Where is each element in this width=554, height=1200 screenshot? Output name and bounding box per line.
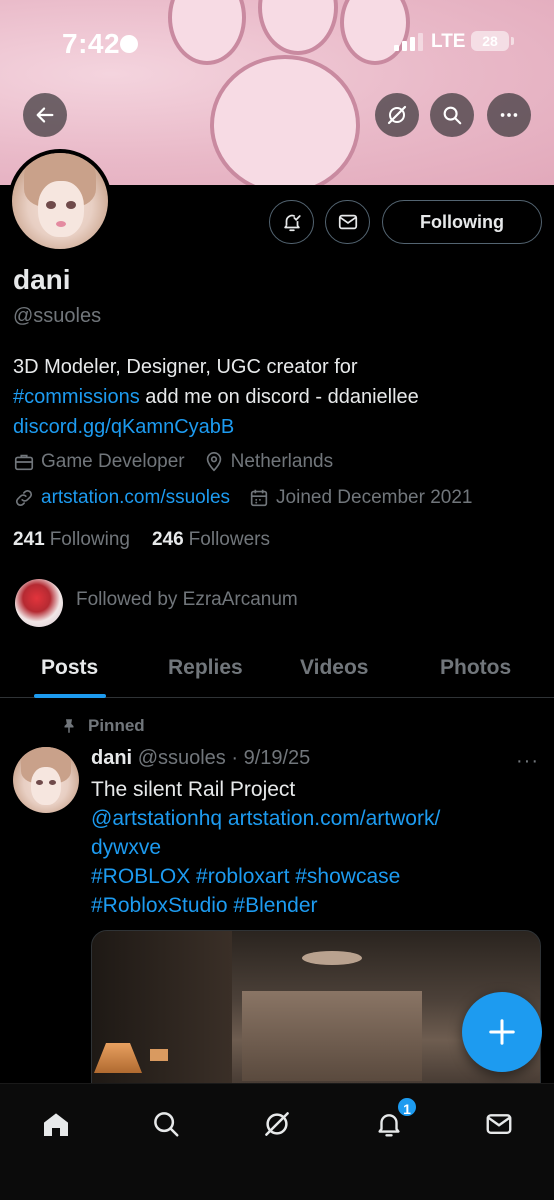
avatar-image [12,153,108,249]
search-icon [443,106,462,125]
profile-handle: @ssuoles [13,305,102,327]
tab-videos[interactable]: Videos [300,656,368,680]
nav-messages[interactable] [479,1104,519,1144]
post-body: The silent Rail Project @artstationhq ar… [91,775,541,920]
grok-icon [265,1112,289,1136]
profile-tabs: Posts Replies Videos Photos [0,640,554,698]
joined-text: Joined December 2021 [276,487,473,508]
post-mention-link[interactable]: @artstationhq [91,807,222,830]
search-icon [154,1112,179,1137]
bio-discord-link[interactable]: discord.gg/qKamnCyabB [13,412,543,442]
bio-hashtag-link[interactable]: #commissions [13,386,140,408]
followers-label: Followers [188,529,270,550]
briefcase-icon [14,454,34,471]
media-room [242,991,422,1081]
following-count-link[interactable]: 241 Following [13,529,130,551]
link-icon [15,489,33,507]
post-author-avatar[interactable] [13,747,79,813]
tab-photos[interactable]: Photos [440,656,511,680]
bell-check-icon [283,214,301,232]
messages-icon [486,1114,512,1134]
location-text: Netherlands [230,451,334,472]
nav-search[interactable] [146,1104,186,1144]
grok-button[interactable] [375,93,419,137]
profile-joined: Joined December 2021 [248,487,473,509]
profile-meta-row: Game Developer Netherlands [13,451,351,473]
post-author-name[interactable]: dani [91,747,132,769]
tab-replies[interactable]: Replies [168,656,243,680]
more-icon [500,113,518,117]
compose-button[interactable] [462,992,542,1072]
pin-icon [64,719,74,733]
nav-grok[interactable] [257,1104,297,1144]
website-link[interactable]: artstation.com/ssuoles [41,487,230,509]
post-more-button[interactable]: ··· [516,750,539,773]
network-label: LTE [431,31,466,52]
bio-text: add me on discord - ddaniellee [139,386,419,408]
post-header: dani @ssuoles · 9/19/25 [91,747,310,770]
media-ceiling-light [302,951,362,965]
profile-name: dani [13,264,71,295]
notify-button[interactable] [269,200,314,244]
post-hashtags[interactable]: #ROBLOX #robloxart #showcase [91,862,541,891]
search-button[interactable] [430,93,474,137]
post-url-link-continued[interactable]: dywxve [91,833,541,862]
message-button[interactable] [325,200,370,244]
followers-count: 246 [151,529,184,550]
following-count: 241 [13,529,45,550]
status-time: 7:42 [62,28,121,59]
profile-category: Game Developer [13,451,185,473]
profile-meta-row-2: artstation.com/ssuoles Joined December 2… [13,487,491,509]
post-line: The silent Rail Project [91,778,296,801]
follower-avatar[interactable] [15,579,63,627]
focus-indicator-icon [120,35,138,53]
profile-website[interactable]: artstation.com/ssuoles [13,487,230,509]
profile-location: Netherlands [203,451,333,473]
follow-counts: 241 Following 246 Followers [13,529,270,551]
category-text: Game Developer [41,451,185,472]
notification-badge: 1 [396,1096,418,1118]
back-arrow-icon [36,107,54,123]
nav-home[interactable] [36,1104,76,1144]
followers-count-link[interactable]: 246 Followers [152,529,270,551]
bio-line: 3D Modeler, Designer, UGC creator for [13,356,358,378]
envelope-icon [338,214,357,230]
battery-icon: 28 [471,31,509,51]
more-button[interactable] [487,93,531,137]
pinned-text: Pinned [88,716,145,735]
bio-line: #commissions add me on discord - ddaniel… [13,382,543,412]
battery-cap [511,37,514,45]
profile-bio: 3D Modeler, Designer, UGC creator for #c… [13,352,543,442]
media-small-lamp [150,1049,168,1061]
location-pin-icon [206,452,221,472]
pinned-label: Pinned [60,716,145,736]
back-button[interactable] [23,93,67,137]
calendar-icon [250,489,268,507]
grok-icon [387,105,407,125]
media-wall [92,931,232,1099]
post-url-link[interactable]: artstation.com/artwork/ [228,807,440,830]
bottom-nav: 1 [0,1083,554,1200]
signal-icon [394,31,423,51]
post-hashtags[interactable]: #RobloxStudio #Blender [91,891,541,920]
tab-posts[interactable]: Posts [41,656,98,680]
home-icon [44,1113,68,1136]
post-meta: @ssuoles · 9/19/25 [137,747,311,769]
plus-icon [489,1019,515,1045]
profile-avatar[interactable] [8,149,112,253]
status-bar: 7:42 LTE 28 [0,0,554,86]
active-tab-indicator [34,694,106,698]
following-button[interactable]: Following [382,200,542,244]
followed-by-text[interactable]: Followed by EzraArcanum [76,589,298,611]
following-label: Following [49,529,130,550]
